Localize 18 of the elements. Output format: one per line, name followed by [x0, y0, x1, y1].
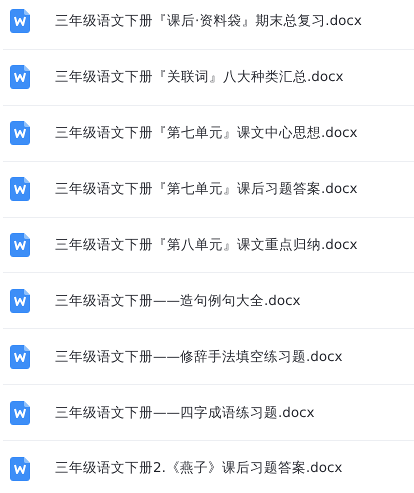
file-name[interactable]: 三年级语文下册『课后·资料袋』期末总复习.docx [55, 11, 362, 32]
word-document-icon [10, 400, 30, 425]
word-document-icon [10, 9, 30, 34]
file-name[interactable]: 三年级语文下册『第七单元』课文中心思想.docx [55, 123, 358, 144]
word-document-icon [10, 233, 30, 257]
file-name[interactable]: 三年级语文下册『第八单元』课文重点归纳.docx [55, 234, 358, 256]
word-document-icon [10, 121, 30, 146]
file-name[interactable]: 三年级语文下册——修辞手法填空练习题.docx [55, 346, 343, 367]
file-name[interactable]: 三年级语文下册——造句例句大全.docx [55, 290, 301, 312]
file-name[interactable]: 三年级语文下册2.《燕子》课后习题答案.docx [55, 458, 342, 479]
word-document-icon [10, 344, 30, 369]
word-document-icon [10, 288, 30, 313]
file-name[interactable]: 三年级语文下册『第七单元』课后习题答案.docx [55, 178, 358, 200]
file-name[interactable]: 三年级语文下册——四字成语练习题.docx [55, 402, 315, 423]
word-document-icon [10, 65, 30, 90]
word-document-icon [10, 177, 30, 202]
file-name[interactable]: 三年级语文下册『关联词』八大种类汇总.docx [55, 67, 344, 88]
word-document-icon [10, 456, 30, 481]
